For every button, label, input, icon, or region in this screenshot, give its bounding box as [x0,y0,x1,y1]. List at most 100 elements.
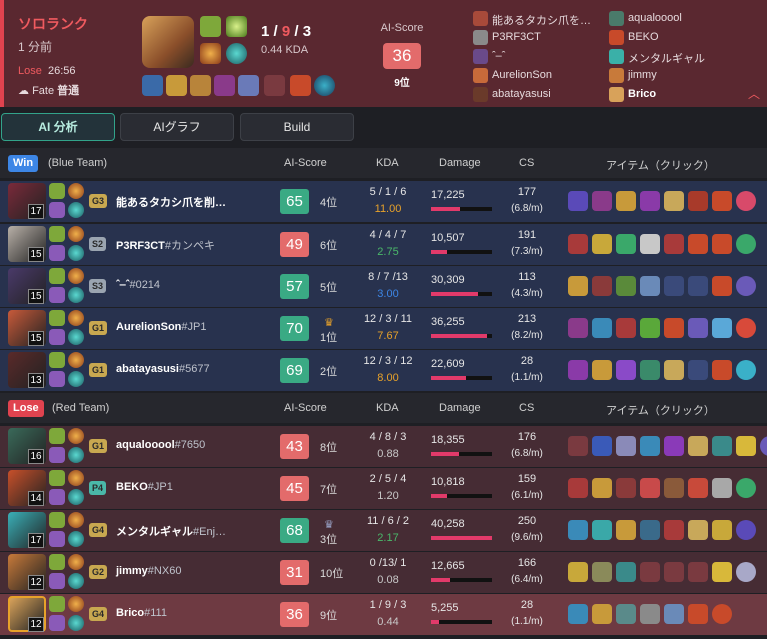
player-name[interactable]: jimmy#NX60 [116,565,181,577]
item-icon[interactable] [712,360,732,380]
player-row[interactable]: 12 G4 Brico#111 36 9位 1 / 9 / 3 0.44 5,255 28 (1.… [0,594,767,635]
item-icon[interactable] [712,436,732,456]
player-name[interactable]: aqualooool#7650 [116,439,205,451]
player-row[interactable]: 16 G1 aqualooool#7650 43 8位 4 / 8 / 3 0.88 18,3… [0,426,767,467]
item-icon[interactable] [712,520,732,540]
player-row[interactable]: 15 S3 ˆ‒ˆ#0214 57 5位 8 / 7 /13 3.00 30,309 113 (4… [0,266,767,307]
item-icon[interactable] [592,562,612,582]
item-icon[interactable] [142,75,163,96]
item-icon[interactable] [736,478,756,498]
player-row[interactable]: 13 G1 abatayasusi#5677 69 2位 12 / 3 / 12 8.00 2… [0,350,767,391]
player-name[interactable]: メンタルギャル#Enj… [116,523,226,539]
blue-player-name[interactable]: 能あるタカシ爪を… [492,12,591,28]
item-icon[interactable] [664,436,684,456]
player-name[interactable]: BEKO#JP1 [116,481,173,493]
red-player-name[interactable]: メンタルギャル [628,50,705,66]
player-name[interactable]: P3RF3CT#カンペキ [116,237,215,253]
item-icon[interactable] [640,360,660,380]
item-icon[interactable] [736,360,756,380]
item-icon[interactable] [640,318,660,338]
item-icon[interactable] [568,191,588,211]
blue-player-name[interactable]: P3RF3CT [492,31,541,43]
item-icon[interactable] [688,318,708,338]
item-icon[interactable] [592,520,612,540]
item-icon[interactable] [640,276,660,296]
item-icon[interactable] [664,191,684,211]
item-icon[interactable] [640,234,660,254]
player-row[interactable]: 14 P4 BEKO#JP1 45 7位 2 / 5 / 4 1.20 10,818 159 (6… [0,468,767,509]
item-icon[interactable] [736,191,756,211]
item-icon[interactable] [616,478,636,498]
tab-ai-graph[interactable]: AIグラフ [120,113,234,141]
item-icon[interactable] [664,318,684,338]
player-row[interactable]: 17 G3 能あるタカシ爪を削… 65 4位 5 / 1 / 6 11.00 17,225 17… [0,181,767,222]
blue-player-name[interactable]: ˆ‒ˆ [492,50,505,62]
player-row[interactable]: 17 G4 メンタルギャル#Enj… 68 ♛ 3位 11 / 6 / 2 2.17 40,25… [0,510,767,551]
player-name[interactable]: ˆ‒ˆ#0214 [116,279,160,291]
item-icon[interactable] [568,478,588,498]
item-icon[interactable] [664,520,684,540]
item-icon[interactable] [736,562,756,582]
item-icon[interactable] [712,276,732,296]
item-icon[interactable] [290,75,311,96]
item-icon[interactable] [664,478,684,498]
item-icon[interactable] [616,234,636,254]
item-icon[interactable] [592,478,612,498]
item-icon[interactable] [616,360,636,380]
item-icon[interactable] [760,436,767,456]
player-name[interactable]: AurelionSon#JP1 [116,321,206,333]
item-icon[interactable] [712,191,732,211]
item-icon[interactable] [640,478,660,498]
item-icon[interactable] [736,436,756,456]
blue-player-name[interactable]: abatayasusi [492,88,551,100]
item-icon[interactable] [688,191,708,211]
item-icon[interactable] [664,604,684,624]
red-player-name[interactable]: jimmy [628,69,657,81]
item-icon[interactable] [238,75,259,96]
item-icon[interactable] [688,520,708,540]
item-icon[interactable] [190,75,211,96]
item-icon[interactable] [736,520,756,540]
item-icon[interactable] [214,75,235,96]
item-icon[interactable] [736,276,756,296]
item-icon[interactable] [592,318,612,338]
red-player-name[interactable]: aqualooool [628,12,682,24]
item-icon[interactable] [592,360,612,380]
item-icon[interactable] [616,318,636,338]
item-icon[interactable] [616,436,636,456]
item-icon[interactable] [616,604,636,624]
ward-icon[interactable] [314,75,335,96]
item-icon[interactable] [592,604,612,624]
item-icon[interactable] [712,318,732,338]
item-icon[interactable] [664,360,684,380]
item-icon[interactable] [568,520,588,540]
item-icon[interactable] [568,360,588,380]
tab-build[interactable]: Build [240,113,354,141]
item-icon[interactable] [592,234,612,254]
item-icon[interactable] [712,234,732,254]
player-name[interactable]: abatayasusi#5677 [116,363,210,375]
item-icon[interactable] [616,562,636,582]
player-row[interactable]: 15 S2 P3RF3CT#カンペキ 49 6位 4 / 4 / 7 2.75 10,507 1… [0,224,767,265]
item-icon[interactable] [640,191,660,211]
item-icon[interactable] [592,436,612,456]
item-icon[interactable] [568,604,588,624]
tab-ai-analysis[interactable]: AI 分析 [1,113,115,141]
item-icon[interactable] [736,318,756,338]
item-icon[interactable] [640,520,660,540]
blue-player-name[interactable]: AurelionSon [492,69,552,81]
item-icon[interactable] [688,234,708,254]
item-icon[interactable] [712,478,732,498]
item-icon[interactable] [664,234,684,254]
player-row[interactable]: 15 G1 AurelionSon#JP1 70 ♛ 1位 12 / 3 / 11 7.67 3… [0,308,767,349]
item-icon[interactable] [688,436,708,456]
item-icon[interactable] [592,276,612,296]
item-icon[interactable] [568,318,588,338]
item-icon[interactable] [592,191,612,211]
item-icon[interactable] [166,75,187,96]
item-icon[interactable] [568,276,588,296]
player-name[interactable]: Brico#111 [116,607,167,619]
item-icon[interactable] [688,604,708,624]
red-player-name[interactable]: BEKO [628,31,659,43]
match-summary-header[interactable]: ソロランク 1 分前 Lose 26:56 ☁ Fate 普通 1 / 9 / … [0,0,767,107]
